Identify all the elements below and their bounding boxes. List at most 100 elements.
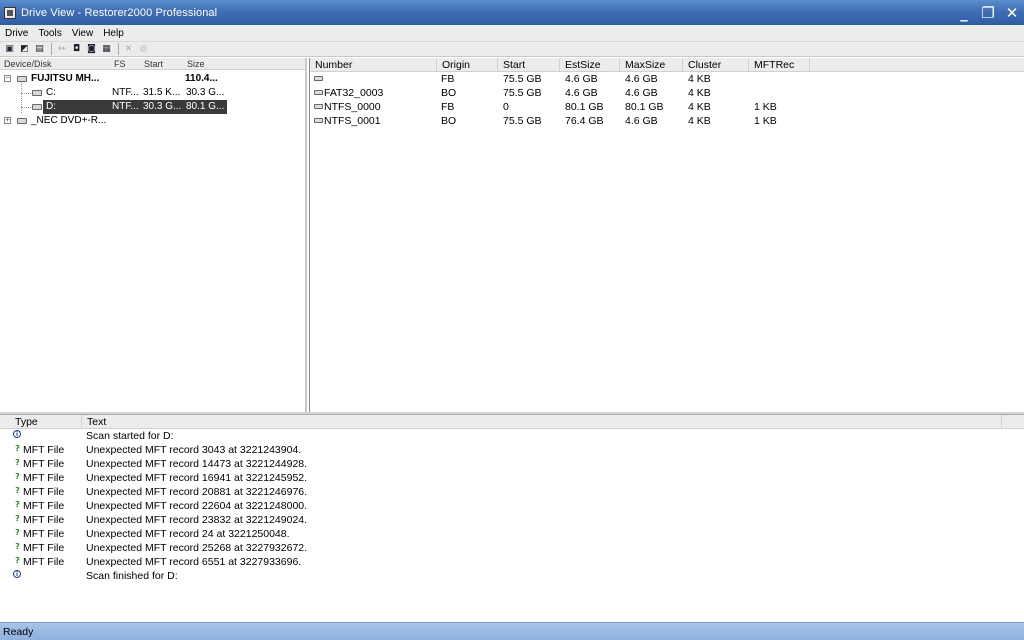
- log-type: MFT File: [23, 514, 65, 526]
- unlock-icon[interactable]: ◘: [70, 43, 83, 55]
- log-row[interactable]: i Scan started for D:: [0, 429, 1024, 443]
- collapse-icon[interactable]: −: [4, 75, 11, 82]
- column-header-mftrec[interactable]: MFTRec: [749, 58, 810, 72]
- partition-origin: BO: [441, 87, 457, 99]
- log-row[interactable]: ? MFT File Unexpected MFT record 16941 at …: [0, 471, 1024, 485]
- tree-node-start: 30.3 G...: [143, 101, 182, 112]
- window-controls: _ ❐ ✕: [952, 0, 1024, 25]
- column-header-number[interactable]: Number: [310, 58, 437, 72]
- tree-node-fs: NTF...: [112, 87, 139, 98]
- tree-node-c[interactable]: C: NTF... 31.5 K... 30.3 G...: [0, 86, 305, 100]
- log-row[interactable]: ? MFT File Unexpected MFT record 14473 at …: [0, 457, 1024, 471]
- info-icon: i: [13, 570, 21, 578]
- question-icon: ?: [15, 472, 20, 481]
- tree-node-size: 30.3 G...: [186, 87, 225, 98]
- log-text: Unexpected MFT record 14473 at 322124492…: [86, 458, 308, 470]
- column-header-size[interactable]: Size: [183, 58, 227, 69]
- tree-node-name: _NEC DVD+-R...: [31, 115, 107, 126]
- column-header-type[interactable]: Type: [10, 415, 82, 429]
- tree-node-start: 31.5 K...: [143, 87, 181, 98]
- close-button[interactable]: ✕: [1000, 2, 1024, 24]
- log-text: Unexpected MFT record 23832 at 322124902…: [86, 514, 308, 526]
- device-tree-header: Device/Disk FS Start Size: [0, 58, 305, 70]
- log-text: Unexpected MFT record 6551 at 3227933696…: [86, 556, 302, 568]
- optical-drive-icon: [17, 118, 27, 124]
- menu-bar: Drive Tools View Help: [0, 25, 1024, 42]
- log-text: Scan finished for D:: [86, 570, 178, 582]
- partition-row[interactable]: NTFS_0000 FB 0 80.1 GB 80.1 GB 4 KB 1 KB: [310, 100, 1024, 114]
- partition-maxsize: 4.6 GB: [625, 73, 658, 85]
- log-header: Type Text: [0, 415, 1024, 429]
- restore-button[interactable]: ❐: [976, 2, 1000, 24]
- disk-icon[interactable]: ◎: [137, 43, 150, 55]
- print-icon[interactable]: ▤: [33, 43, 46, 55]
- partition-estsize: 4.6 GB: [565, 87, 598, 99]
- log-list: i Scan started for D:? MFT File Unexpected …: [0, 429, 1024, 583]
- question-icon: ?: [15, 556, 20, 565]
- lock-icon[interactable]: ◙: [85, 43, 98, 55]
- save-icon[interactable]: ▦: [100, 43, 113, 55]
- partition-icon: [314, 118, 323, 123]
- open-image-icon[interactable]: ◩: [18, 43, 31, 55]
- log-row[interactable]: ? MFT File Unexpected MFT record 24 at 322…: [0, 527, 1024, 541]
- minimize-button[interactable]: _: [952, 2, 976, 24]
- log-row[interactable]: ? MFT File Unexpected MFT record 23832 at …: [0, 513, 1024, 527]
- partition-row[interactable]: FAT32_0003 BO 75.5 GB 4.6 GB 4.6 GB 4 KB: [310, 86, 1024, 100]
- partition-estsize: 4.6 GB: [565, 73, 598, 85]
- menu-drive[interactable]: Drive: [0, 28, 33, 39]
- tree-node-size: 80.1 G...: [186, 101, 225, 112]
- column-header-maxsize[interactable]: MaxSize: [620, 58, 683, 72]
- log-text: Unexpected MFT record 20881 at 322124697…: [86, 486, 308, 498]
- partition-row[interactable]: NTFS_0001 BO 75.5 GB 76.4 GB 4.6 GB 4 KB…: [310, 114, 1024, 128]
- column-header-start[interactable]: Start: [140, 58, 183, 69]
- log-row[interactable]: ? MFT File Unexpected MFT record 20881 at …: [0, 485, 1024, 499]
- menu-help[interactable]: Help: [98, 28, 129, 39]
- tree-node-d[interactable]: D: NTF... 30.3 G... 80.1 G...: [0, 100, 305, 114]
- column-header-text[interactable]: Text: [82, 415, 1002, 429]
- expand-icon[interactable]: +: [4, 117, 11, 124]
- column-header-estsize[interactable]: EstSize: [560, 58, 620, 72]
- partition-row[interactable]: FB 75.5 GB 4.6 GB 4.6 GB 4 KB: [310, 72, 1024, 86]
- column-header-cluster[interactable]: Cluster: [683, 58, 749, 72]
- partition-icon: [32, 104, 42, 110]
- device-tree-pane: Device/Disk FS Start Size − FUJITSU MH..…: [0, 58, 307, 412]
- tree-node-name: D:: [46, 101, 56, 112]
- column-header-fs[interactable]: FS: [110, 58, 140, 69]
- log-row[interactable]: ? MFT File Unexpected MFT record 6551 at 3…: [0, 555, 1024, 569]
- swap-icon[interactable]: ↔: [55, 43, 68, 55]
- hard-disk-icon: [17, 76, 27, 82]
- partition-number: NTFS_0001: [314, 114, 381, 128]
- column-header-start[interactable]: Start: [498, 58, 560, 72]
- log-row[interactable]: i Scan finished for D:: [0, 569, 1024, 583]
- cancel-icon[interactable]: ✕: [122, 43, 135, 55]
- log-type: MFT File: [23, 472, 65, 484]
- question-icon: ?: [15, 458, 20, 467]
- partition-icon: [314, 104, 323, 109]
- open-drive-icon[interactable]: ▣: [3, 43, 16, 55]
- log-type: MFT File: [23, 486, 65, 498]
- partition-mftrec: 1 KB: [754, 115, 777, 127]
- log-text: Unexpected MFT record 16941 at 322124595…: [86, 472, 308, 484]
- log-row[interactable]: ? MFT File Unexpected MFT record 25268 at …: [0, 541, 1024, 555]
- partition-cluster: 4 KB: [688, 73, 711, 85]
- tree-node-name: C:: [46, 87, 56, 98]
- title-bar: Drive View - Restorer2000 Professional _…: [0, 0, 1024, 25]
- menu-tools[interactable]: Tools: [33, 28, 66, 39]
- partition-number: FAT32_0003: [314, 86, 383, 100]
- log-text: Scan started for D:: [86, 430, 174, 442]
- log-row[interactable]: ? MFT File Unexpected MFT record 22604 at …: [0, 499, 1024, 513]
- column-header-device[interactable]: Device/Disk: [0, 58, 110, 69]
- partition-origin: FB: [441, 101, 455, 113]
- tree-node-fujitsu[interactable]: − FUJITSU MH... 110.4...: [0, 72, 305, 86]
- tree-node-nec-dvd[interactable]: + _NEC DVD+-R...: [0, 114, 305, 128]
- log-type: MFT File: [23, 556, 65, 568]
- partition-list-header: Number Origin Start EstSize MaxSize Clus…: [310, 58, 1024, 72]
- partition-start: 75.5 GB: [503, 73, 542, 85]
- column-header-origin[interactable]: Origin: [437, 58, 498, 72]
- log-row[interactable]: ? MFT File Unexpected MFT record 3043 at 3…: [0, 443, 1024, 457]
- toolbar-separator: [51, 43, 52, 55]
- log-type: MFT File: [23, 528, 65, 540]
- partition-mftrec: 1 KB: [754, 101, 777, 113]
- log-pane: * Type Text iScan started for D:?MFT Fil…: [0, 414, 1024, 622]
- menu-view[interactable]: View: [67, 28, 99, 39]
